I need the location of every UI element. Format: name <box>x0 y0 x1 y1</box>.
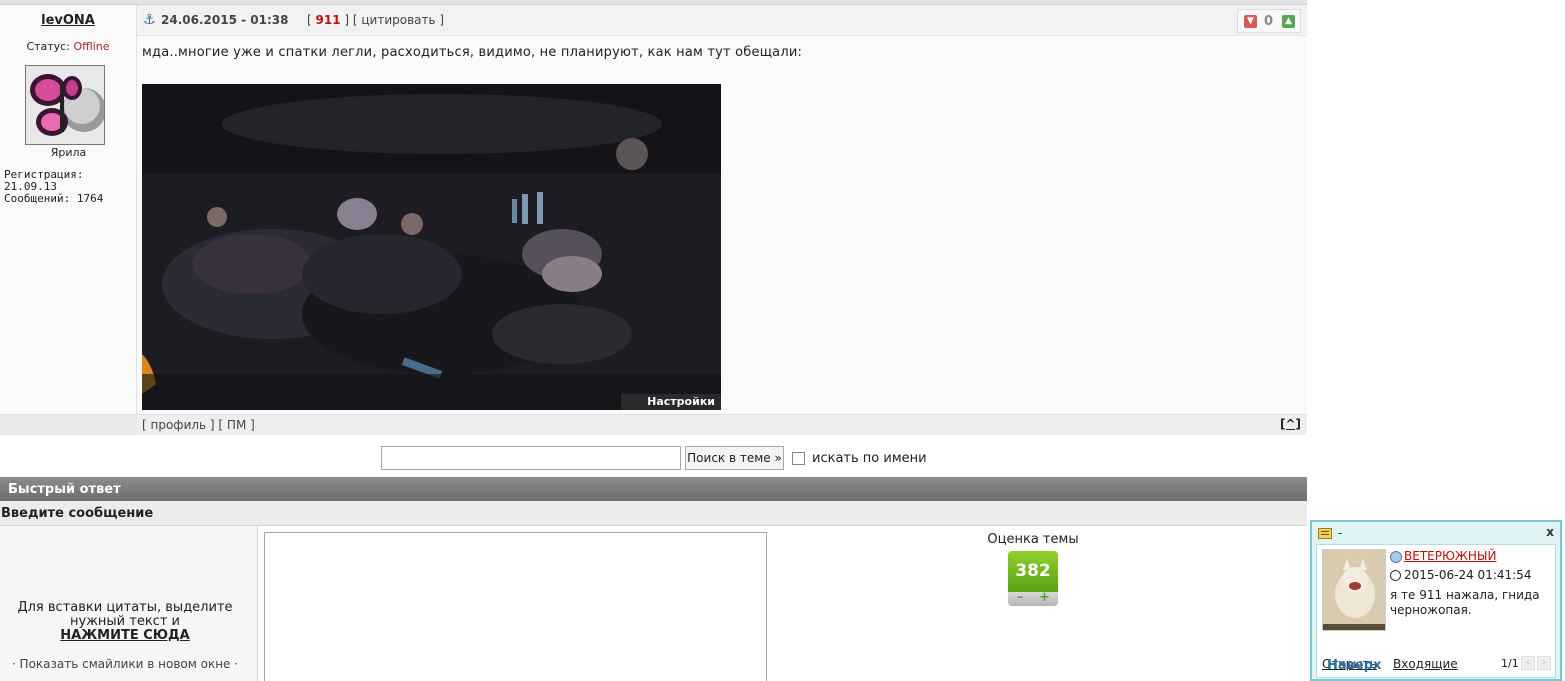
anchor-icon[interactable]: ⚓ <box>143 12 157 28</box>
topic-rating-buttons: – + <box>1008 590 1058 606</box>
notification-inbox-link[interactable]: Входящие <box>1393 657 1458 671</box>
author-name-link[interactable]: levONA <box>0 13 136 28</box>
search-by-name-checkbox[interactable] <box>792 452 805 465</box>
author-meta: Регистрация: 21.09.13 Сообщений: 1764 <box>4 169 136 205</box>
rating-minus-button[interactable]: – <box>1017 590 1024 605</box>
status-label: Статус: <box>26 40 70 53</box>
video-settings-button[interactable]: Настройки <box>621 394 721 410</box>
post-image[interactable]: Настройки <box>142 84 721 410</box>
registration-date: Регистрация: 21.09.13 <box>4 168 84 193</box>
quick-reply-sidebar: Для вставки цитаты, выделите нужный текс… <box>0 526 258 681</box>
forum-post: levONA Статус: Offline Ярила Регистрация… <box>0 5 1307 414</box>
quote-insert-button[interactable]: НАЖМИТЕ СЮДА <box>0 629 250 643</box>
post-date: 24.06.2015 - 01:38 <box>161 13 289 27</box>
thumbs-up-icon[interactable]: ▲ <box>1282 15 1295 28</box>
profile-link[interactable]: профиль <box>151 418 207 432</box>
thumbs-down-icon[interactable]: ▼ <box>1244 15 1257 28</box>
notification-time: 2015-06-24 01:41:54 <box>1390 568 1531 582</box>
message-count: Сообщений: 1764 <box>4 192 104 205</box>
next-arrow-icon[interactable]: › <box>1537 656 1551 670</box>
post-rating: ▼ 0 ▲ <box>1237 9 1301 33</box>
status-value: Offline <box>73 40 110 53</box>
avatar[interactable] <box>25 65 105 145</box>
note-icon <box>1318 528 1332 539</box>
quick-reply-subheader: Введите сообщение <box>0 501 1307 526</box>
topic-rating-title: Оценка темы <box>987 532 1079 547</box>
forum-thread: levONA Статус: Offline Ярила Регистрация… <box>0 0 1307 681</box>
prev-arrow-icon[interactable]: ‹ <box>1521 656 1535 670</box>
topic-rating-value: 382 <box>1008 551 1058 592</box>
topic-search: Поиск в теме » искать по имени <box>0 435 1307 477</box>
quote-hint: Для вставки цитаты, выделите нужный текс… <box>0 601 250 643</box>
post-header: ⚓ 24.06.2015 - 01:38 [ 911 ] [ цитироват… <box>137 5 1307 36</box>
post-rating-count: 0 <box>1264 14 1274 29</box>
topic-search-button[interactable]: Поиск в теме » <box>685 446 784 470</box>
cat-avatar-image <box>1323 550 1385 630</box>
page: levONA Статус: Offline Ярила Регистрация… <box>0 0 1565 681</box>
back-to-top-link[interactable]: Наверх <box>1327 658 1381 673</box>
topic-rating-widget: 382 – + <box>1008 551 1058 606</box>
author-panel: levONA Статус: Offline Ярила Регистрация… <box>0 5 137 414</box>
notification-popup: - x ВЕТЕРЮЖНЫЙ 2015-06-24 01:41:54 я те … <box>1310 520 1562 681</box>
notification-page-indicator: 1/1 <box>1501 657 1519 670</box>
author-status: Статус: Offline <box>0 40 136 53</box>
night-crowd-photo <box>142 84 721 410</box>
rating-plus-button[interactable]: + <box>1039 590 1050 605</box>
author-rank: Ярила <box>50 146 87 159</box>
butterfly-avatar-image <box>26 66 104 144</box>
quick-reply-header: Быстрый ответ <box>0 477 1307 501</box>
post-body: мда..многие уже и спатки легли, расходит… <box>137 36 1307 414</box>
scroll-top-link[interactable]: [^] <box>1280 417 1301 431</box>
quote-hint-line1: Для вставки цитаты, выделите <box>17 600 233 615</box>
notification-header: - x <box>1312 522 1560 542</box>
quote-hint-line2: нужный текст и <box>70 614 180 629</box>
post-links: [ 911 ] [ цитировать ] <box>307 13 445 27</box>
topic-search-input[interactable] <box>381 446 681 470</box>
notification-message: я те 911 нажала, гнида черножопая. <box>1390 588 1540 617</box>
notification-user-link[interactable]: ВЕТЕРЮЖНЫЙ <box>1390 549 1496 563</box>
post-number-link[interactable]: 911 <box>316 13 341 27</box>
show-smiles-link[interactable]: Показать смайлики в новом окне <box>20 657 231 671</box>
quote-link[interactable]: цитировать <box>361 13 435 27</box>
close-icon[interactable]: x <box>1546 525 1554 539</box>
search-by-name-label: искать по имени <box>812 451 927 466</box>
post-footer-links: [ профиль ] [ ПМ ] <box>142 418 255 432</box>
pm-link[interactable]: ПМ <box>227 418 246 432</box>
post-footer-gap <box>0 415 137 435</box>
message-textarea[interactable] <box>264 532 767 681</box>
smiles-link-row: · Показать смайлики в новом окне · <box>11 657 239 671</box>
post-footer: [ профиль ] [ ПМ ] [^] <box>0 414 1307 435</box>
notification-avatar <box>1322 549 1386 631</box>
notification-title: - <box>1338 526 1343 540</box>
post-text: мда..многие уже и спатки легли, расходит… <box>142 45 803 60</box>
